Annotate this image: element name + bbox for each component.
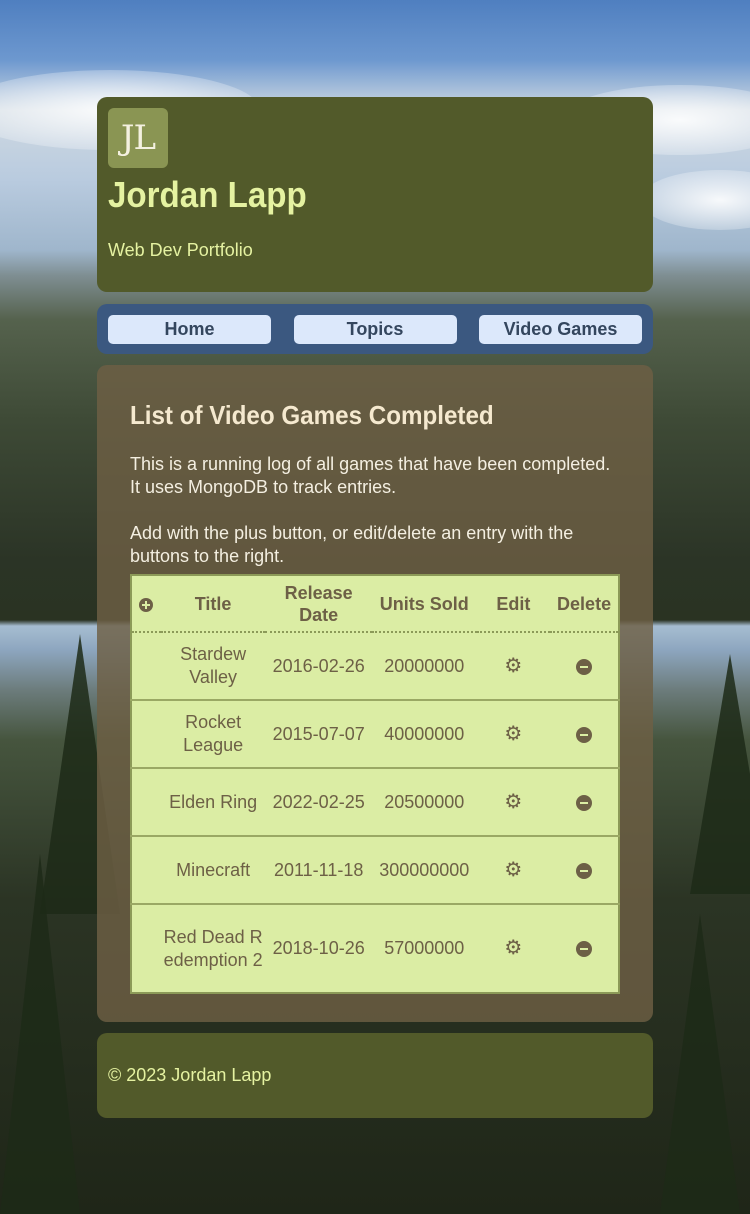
cell-delete xyxy=(550,700,619,769)
gear-icon[interactable]: ⚙ xyxy=(504,859,522,881)
minus-circle-icon[interactable] xyxy=(576,941,593,958)
nav-topics-button[interactable]: Topics xyxy=(293,314,457,344)
games-table: Title Release Date Units Sold Edit Delet… xyxy=(130,574,620,994)
logo: JL xyxy=(108,108,168,168)
minus-circle-icon[interactable] xyxy=(576,794,593,811)
main-nav: Home Topics Video Games xyxy=(97,304,653,354)
cell-edit: ⚙ xyxy=(476,632,551,701)
cell-units-sold: 20500000 xyxy=(371,768,477,837)
gear-icon[interactable]: ⚙ xyxy=(504,655,522,677)
nav-home-button[interactable]: Home xyxy=(108,314,271,344)
cell-edit: ⚙ xyxy=(476,768,551,837)
site-footer: © 2023 Jordan Lapp xyxy=(97,1033,653,1118)
row-spacer xyxy=(131,768,161,837)
nav-video-games-button[interactable]: Video Games xyxy=(479,314,642,344)
cell-release-date: 2015-07-07 xyxy=(265,700,372,769)
gear-icon[interactable]: ⚙ xyxy=(504,723,522,745)
minus-circle-icon[interactable] xyxy=(576,862,593,879)
cell-release-date: 2016-02-26 xyxy=(265,632,372,701)
cell-delete xyxy=(550,632,619,701)
cell-title: Stardew Valley xyxy=(160,632,266,701)
cell-delete xyxy=(550,768,619,837)
cell-title: Elden Ring xyxy=(160,768,266,837)
table-row: Red Dead Redemption 2 2018-10-26 5700000… xyxy=(131,904,619,993)
site-tagline: Web Dev Portfolio xyxy=(108,240,253,260)
instructions-paragraph: Add with the plus button, or edit/delete… xyxy=(130,523,574,566)
add-icon[interactable] xyxy=(139,597,154,612)
table-row: Elden Ring 2022-02-25 20500000 ⚙ xyxy=(131,768,619,837)
site-title: Jordan Lapp xyxy=(108,174,307,215)
cell-units-sold: 57000000 xyxy=(384,938,465,958)
table-row: Stardew Valley 2016-02-26 20000000 ⚙ xyxy=(131,632,619,701)
minus-circle-icon[interactable] xyxy=(576,726,593,743)
cell-release-date: 2018-10-26 xyxy=(272,938,365,958)
add-cell xyxy=(131,575,161,633)
row-spacer xyxy=(131,632,161,701)
table-row: Rocket League 2015-07-07 40000000 ⚙ xyxy=(131,700,619,769)
table-header-row: Title Release Date Units Sold Edit Delet… xyxy=(131,575,619,633)
row-spacer xyxy=(131,904,161,993)
copyright-text: © 2023 Jordan Lapp xyxy=(108,1065,272,1085)
header-delete: Delete xyxy=(550,575,619,633)
cell-edit: ⚙ xyxy=(477,904,551,993)
intro-paragraph: This is a running log of all games that … xyxy=(130,454,611,497)
cell-units-sold: 40000000 xyxy=(371,700,477,769)
header-edit: Edit xyxy=(476,575,551,633)
gear-icon[interactable]: ⚙ xyxy=(504,937,522,959)
cell-title: Red Dead Redemption 2 xyxy=(163,926,263,970)
row-spacer xyxy=(131,700,161,769)
header-units-sold: Units Sold xyxy=(371,575,477,633)
minus-circle-icon[interactable] xyxy=(576,658,593,675)
header-title: Title xyxy=(160,575,266,633)
cell-edit: ⚙ xyxy=(476,700,551,769)
cell-delete xyxy=(550,904,619,993)
table-row: Minecraft 2011-11-18 300000000 ⚙ xyxy=(131,836,619,905)
row-spacer xyxy=(131,836,161,905)
cell-release-date: 2011-11-18 xyxy=(265,836,372,905)
cell-title: Minecraft xyxy=(160,836,266,905)
main-content: List of Video Games Completed This is a … xyxy=(97,365,653,1022)
cell-release-date: 2022-02-25 xyxy=(265,768,372,837)
cell-delete xyxy=(550,836,619,905)
cell-edit: ⚙ xyxy=(476,836,551,905)
header-release-date: Release Date xyxy=(265,575,372,633)
gear-icon[interactable]: ⚙ xyxy=(504,791,522,813)
cell-units-sold: 300000000 xyxy=(371,836,477,905)
page-heading: List of Video Games Completed xyxy=(130,400,494,430)
cell-title: Rocket League xyxy=(160,700,266,769)
cell-units-sold: 20000000 xyxy=(371,632,477,701)
site-header: JL Jordan Lapp Web Dev Portfolio xyxy=(97,97,653,292)
